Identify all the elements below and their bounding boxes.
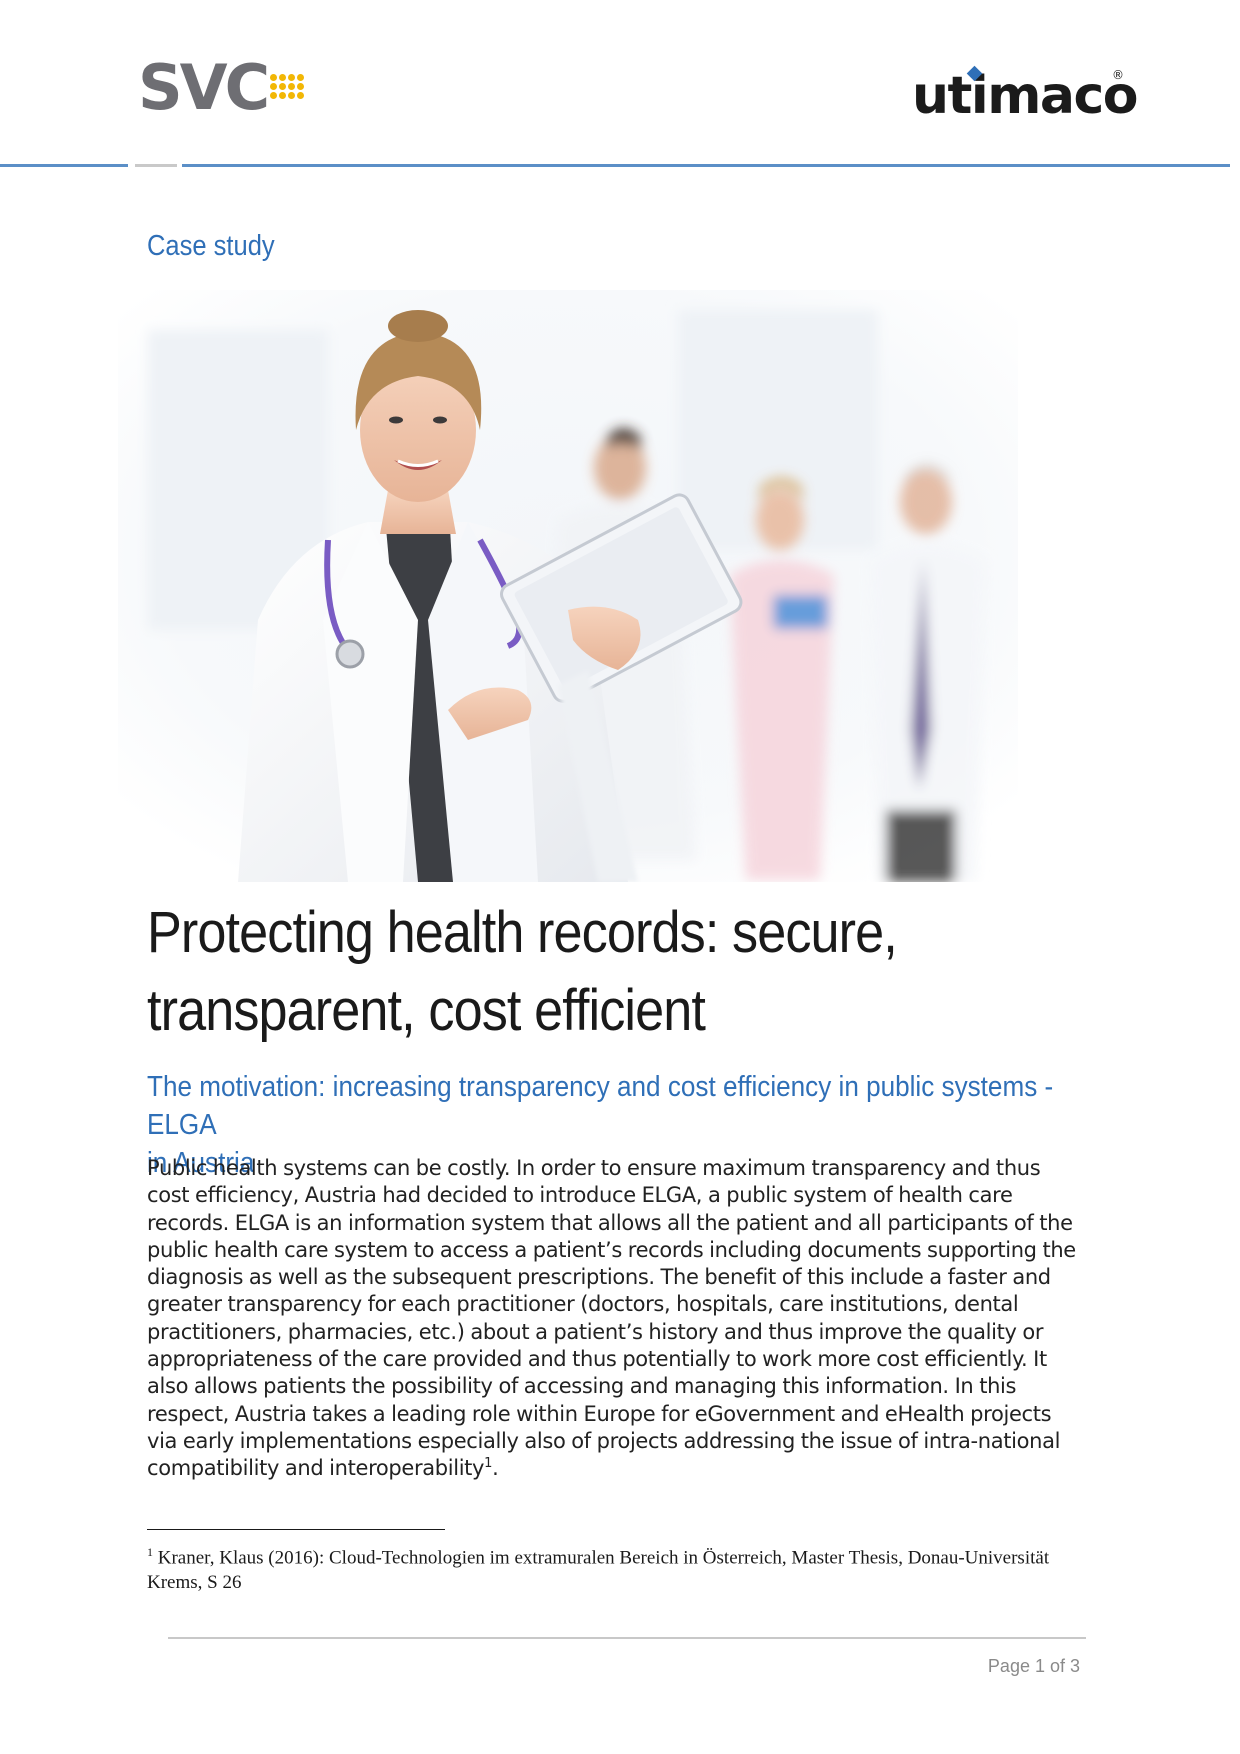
page-number: Page 1 of 3 — [987, 1656, 1080, 1676]
header-rule-left — [0, 164, 128, 167]
title-line: transparent, cost efficient — [147, 978, 706, 1043]
page-title: Protecting health records: secure, trans… — [147, 894, 1047, 1050]
footnote-number: 1 — [147, 1545, 153, 1559]
footnote-reference[interactable]: 1 — [484, 1456, 492, 1471]
body-text: Public health systems can be costly. In … — [147, 1156, 1076, 1481]
svc-logo-dots-icon — [270, 73, 305, 99]
svc-logo-text: SVC — [138, 51, 270, 124]
svc-logo: SVC — [138, 51, 305, 124]
registered-mark: ® — [1112, 68, 1124, 82]
body-paragraph: Public health systems can be costly. In … — [147, 1155, 1087, 1483]
footnote-rule — [147, 1529, 445, 1530]
header-rule-right — [182, 164, 1230, 167]
header-rule-gap — [135, 164, 177, 167]
utimaco-logo-text: utimaco — [912, 66, 1139, 126]
body-end: . — [492, 1456, 499, 1481]
footnote-text: Kraner, Klaus (2016): Cloud-Technologien… — [147, 1547, 1050, 1594]
footer-rule — [168, 1637, 1086, 1639]
utimaco-logo: utimaco ® — [912, 65, 1139, 126]
footnote: 1 Kraner, Klaus (2016): Cloud-Technologi… — [147, 1540, 1077, 1595]
section-label: Case study — [147, 230, 275, 262]
doctor-photo-illustration-icon — [118, 290, 1018, 882]
subtitle-line: The motivation: increasing transparency … — [147, 1071, 1054, 1141]
title-line: Protecting health records: secure, — [147, 900, 898, 965]
